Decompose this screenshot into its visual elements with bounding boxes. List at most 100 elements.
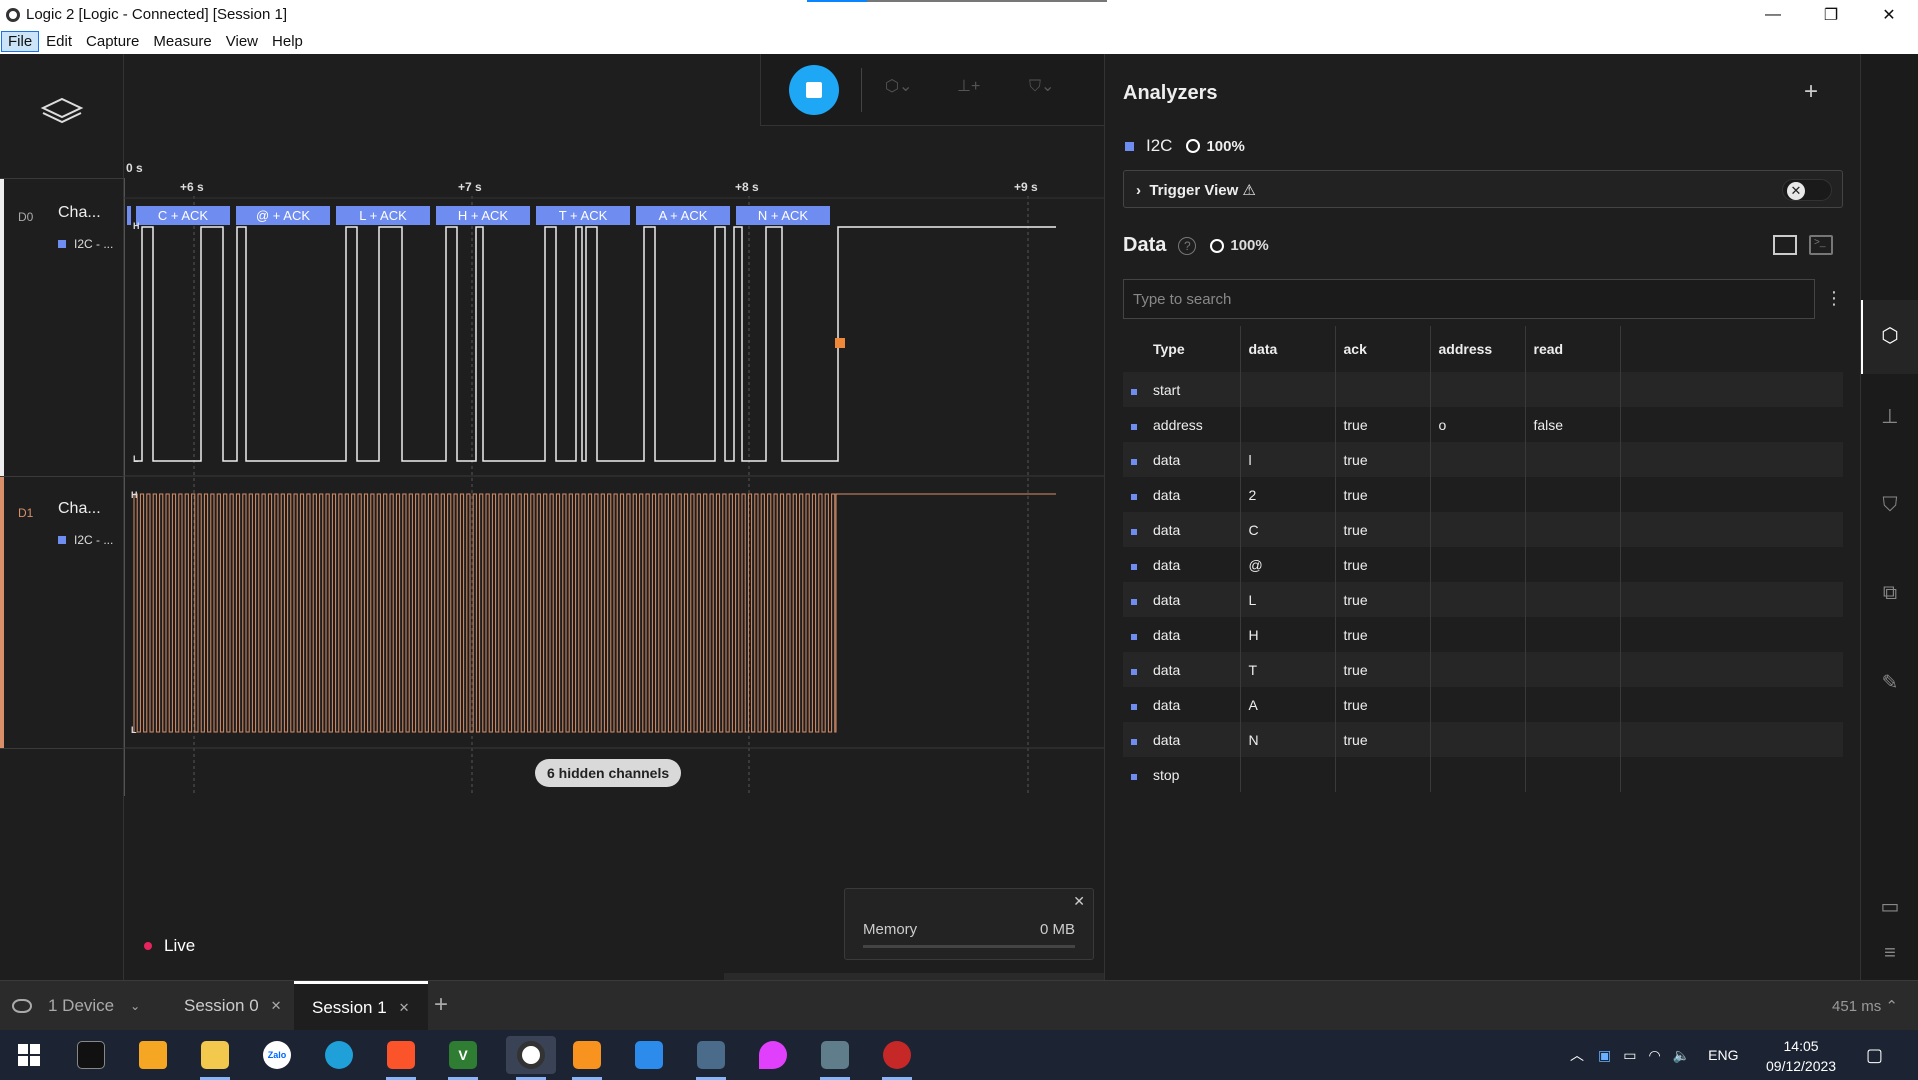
tab-session-1[interactable]: Session 1 ✕ xyxy=(294,981,428,1031)
extensions-tab-icon[interactable]: ⧉ xyxy=(1875,578,1905,608)
data-progress-value: 100% xyxy=(1230,237,1269,254)
waveform-area[interactable]: ⬡⌄ ⊥+ ⛉⌄ 0 s +6 s +7 s +8 s +9 s C + ACK @ + A… xyxy=(124,54,1104,980)
menu-help[interactable]: Help xyxy=(266,32,309,51)
decoded-frame-label: A + ACK xyxy=(659,208,708,223)
remote-desktop-icon[interactable] xyxy=(692,1036,730,1080)
table-row[interactable]: address true o false xyxy=(1123,407,1843,442)
wifi-icon[interactable]: ◠ xyxy=(1648,1047,1660,1064)
table-view-icon[interactable] xyxy=(1773,235,1797,255)
cell-type: data xyxy=(1145,652,1241,687)
tab-session-0[interactable]: Session 0 ✕ xyxy=(166,981,300,1031)
analyzer-toolbar-icon[interactable]: ⬡⌄ xyxy=(885,76,912,96)
feedback-icon[interactable]: ▭ xyxy=(1875,892,1905,922)
table-row[interactable]: data @ true xyxy=(1123,547,1843,582)
trigger-view-row[interactable]: › Trigger View ⚠ ✕ xyxy=(1123,170,1843,208)
title-progress xyxy=(807,0,1107,2)
cell-address xyxy=(1430,442,1526,477)
hidden-channels-button[interactable]: 6 hidden channels xyxy=(535,759,682,787)
volume-icon[interactable]: 🔈 xyxy=(1673,1047,1690,1064)
table-row[interactable]: data l true xyxy=(1123,442,1843,477)
measure-toolbar-icon[interactable]: ⊥+ xyxy=(957,76,980,96)
device-selector[interactable]: 1 Device ⌄ xyxy=(12,996,140,1016)
channel-color-stripe xyxy=(0,179,4,476)
cell-data xyxy=(1240,407,1336,442)
horizontal-scrollbar[interactable] xyxy=(724,973,1104,980)
menu-view[interactable]: View xyxy=(220,32,264,51)
channel-name[interactable]: Cha... xyxy=(58,500,101,518)
table-row[interactable]: start xyxy=(1123,372,1843,407)
vs-app-icon[interactable]: V xyxy=(444,1036,482,1080)
live-label: Live xyxy=(164,936,196,955)
new-session-icon[interactable]: + xyxy=(434,991,448,1019)
channel-row-d1[interactable]: D1 Cha... I2C - ... xyxy=(0,476,124,748)
menu-edit[interactable]: Edit xyxy=(40,32,78,51)
language-indicator[interactable]: ENG xyxy=(1708,1047,1738,1063)
data-search-input[interactable] xyxy=(1123,279,1815,319)
analyzer-item-i2c[interactable]: I2C 100% xyxy=(1125,136,1245,156)
table-row[interactable]: data Ttrue xyxy=(1123,652,1843,687)
column-header-ack[interactable]: ack xyxy=(1335,326,1431,372)
system-tray: ︿ ▣ ▭ ◠ 🔈 ENG xyxy=(1570,1030,1738,1080)
data-title: Data xyxy=(1123,234,1167,256)
start-icon[interactable] xyxy=(10,1036,48,1074)
channel-name[interactable]: Cha... xyxy=(58,204,101,222)
column-header-address[interactable]: address xyxy=(1430,326,1526,372)
table-row[interactable]: data Ctrue xyxy=(1123,512,1843,547)
close-tab-icon[interactable]: ✕ xyxy=(399,1000,410,1016)
table-row[interactable]: data Ltrue xyxy=(1123,582,1843,617)
pdf-app-icon[interactable] xyxy=(568,1036,606,1080)
column-header-data[interactable]: data xyxy=(1240,326,1336,372)
terminal-icon[interactable] xyxy=(72,1036,110,1074)
table-row[interactable]: data 2 true xyxy=(1123,477,1843,512)
help-icon[interactable]: ? xyxy=(1178,236,1197,255)
file-explorer-icon[interactable] xyxy=(196,1036,234,1080)
more-options-icon[interactable]: ⋮ xyxy=(1825,288,1843,309)
network-app-icon[interactable] xyxy=(134,1036,172,1074)
table-row[interactable]: stop xyxy=(1123,757,1843,792)
chevron-right-icon: › xyxy=(1136,182,1150,199)
clock[interactable]: 14:05 09/12/2023 xyxy=(1766,1036,1836,1076)
notifications-icon[interactable]: ▢ xyxy=(1866,1030,1883,1080)
brave-icon[interactable] xyxy=(382,1036,420,1080)
tool-icon[interactable] xyxy=(878,1036,916,1080)
column-header-type[interactable]: Type xyxy=(1145,326,1241,372)
color-app-icon[interactable] xyxy=(754,1036,792,1074)
analyzers-tab-icon[interactable]: ⬡ xyxy=(1875,321,1905,351)
cell-ack: true xyxy=(1335,477,1431,512)
menu-file[interactable]: File xyxy=(0,31,40,52)
timing-markers-tab-icon[interactable]: ⛉ xyxy=(1875,490,1905,520)
battery-icon[interactable]: ▭ xyxy=(1623,1047,1636,1064)
stop-capture-button[interactable] xyxy=(789,65,839,115)
memory-close-icon[interactable]: ✕ xyxy=(1073,893,1085,910)
notes-tab-icon[interactable]: ✎ xyxy=(1875,668,1905,698)
live-dot-icon xyxy=(144,942,152,950)
menu-measure[interactable]: Measure xyxy=(147,32,217,51)
table-row[interactable]: data Atrue xyxy=(1123,687,1843,722)
trigger-view-toggle[interactable]: ✕ xyxy=(1782,179,1832,201)
logic-icon[interactable] xyxy=(506,1036,556,1080)
terminal-view-icon[interactable]: >_ xyxy=(1809,235,1833,255)
add-analyzer-icon[interactable]: + xyxy=(1804,78,1818,106)
edge-icon[interactable] xyxy=(320,1036,358,1074)
waveform-canvas[interactable]: 0 s +6 s +7 s +8 s +9 s C + ACK @ + ACK L + ACK… xyxy=(124,126,1104,980)
column-header-read[interactable]: read xyxy=(1525,326,1621,372)
cell-spacer xyxy=(1620,757,1843,792)
menu-icon[interactable]: ≡ xyxy=(1875,938,1905,968)
zalo-icon[interactable]: Zalo xyxy=(258,1036,296,1074)
table-row[interactable]: data Htrue xyxy=(1123,617,1843,652)
close-button[interactable]: ✕ xyxy=(1860,0,1918,29)
calculator-icon[interactable] xyxy=(816,1036,854,1080)
table-row[interactable]: data Ntrue xyxy=(1123,722,1843,757)
cell-data: T xyxy=(1240,652,1336,687)
marker-toolbar-icon[interactable]: ⛉⌄ xyxy=(1029,76,1054,96)
measurements-tab-icon[interactable]: ⊥ xyxy=(1875,402,1905,432)
paint-app-icon[interactable] xyxy=(630,1036,668,1074)
minimize-button[interactable]: — xyxy=(1744,0,1802,29)
restore-button[interactable]: ❐ xyxy=(1802,0,1860,29)
show-hidden-icons-icon[interactable]: ︿ xyxy=(1570,1045,1584,1065)
trigger-view-label[interactable]: › Trigger View ⚠ xyxy=(1136,181,1256,199)
close-tab-icon[interactable]: ✕ xyxy=(271,998,282,1014)
menu-capture[interactable]: Capture xyxy=(80,32,145,51)
ime-icon[interactable]: ▣ xyxy=(1598,1047,1611,1064)
channel-row-d0[interactable]: D0 Cha... I2C - ... xyxy=(0,178,124,476)
